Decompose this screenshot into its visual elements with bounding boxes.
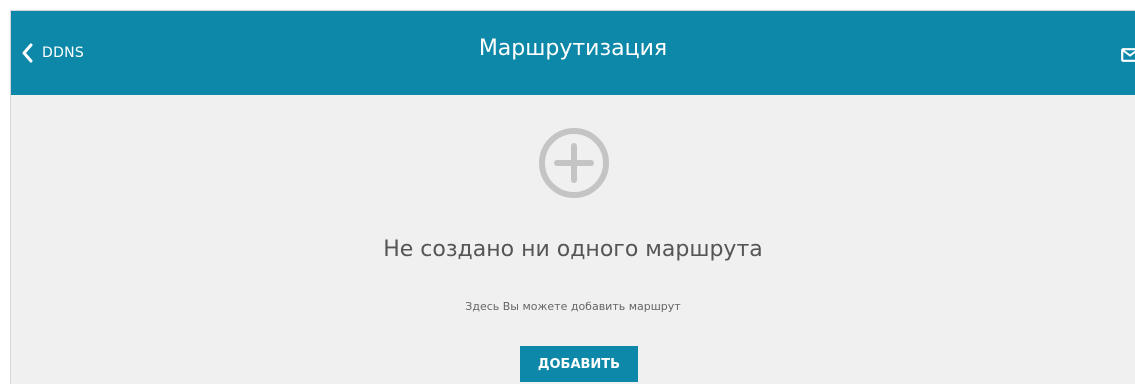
add-route-button[interactable]: ДОБАВИТЬ (520, 346, 638, 382)
top-bar: DDNS Маршрутизация (11, 11, 1135, 95)
chevron-left-icon (21, 43, 33, 63)
empty-state-subtitle: Здесь Вы можете добавить маршрут (465, 300, 681, 313)
empty-state-panel: Не создано ни одного маршрута Здесь Вы м… (11, 95, 1135, 385)
page-title: Маршрутизация (478, 36, 668, 61)
add-circle-icon[interactable] (538, 127, 610, 203)
back-to-ddns-link[interactable]: DDNS (21, 41, 84, 65)
empty-state-title: Не создано ни одного маршрута (383, 237, 763, 262)
envelope-icon[interactable] (1121, 47, 1135, 66)
app-frame: DDNS Маршрутизация Не создано ни одного … (10, 10, 1135, 384)
back-link-label: DDNS (42, 45, 85, 61)
